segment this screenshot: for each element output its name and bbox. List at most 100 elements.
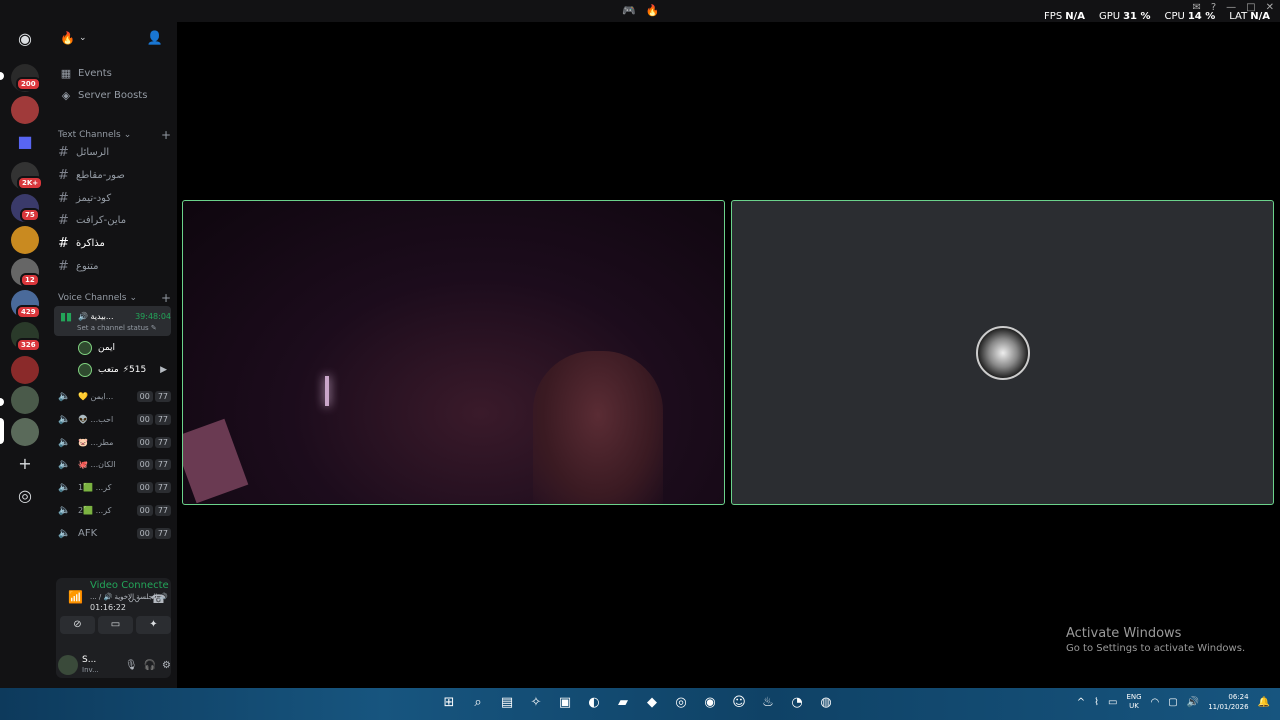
microphone-icon[interactable]: 🎙 <box>125 660 138 671</box>
discord-icon[interactable]: ☺ <box>730 694 748 712</box>
voice-channel-name: 👽 ...احب <box>78 414 114 424</box>
voice-user[interactable]: متعب ⚡ 515 ▶ <box>78 361 167 379</box>
speaker-icon: 🔈 <box>58 413 71 425</box>
obs-icon[interactable]: ◍ <box>817 694 835 712</box>
language-indicator[interactable]: ENG UK <box>1126 693 1141 711</box>
voice-channel[interactable]: 🔈 2🟩 ...كر 00 77 <box>58 500 171 520</box>
voice-channel-afk[interactable]: 🔈 AFK 00 77 <box>58 523 171 543</box>
connection-timer: 01:16:22 <box>90 603 126 612</box>
avatar[interactable] <box>58 655 78 675</box>
channel-sidebar: 🔥 ⌄ 👤 ▦ Events ◈ Server Boosts Text Chan… <box>50 22 177 688</box>
voice-user[interactable]: ايمن <box>78 339 115 357</box>
camera-off-button[interactable]: ⊘ <box>60 616 95 634</box>
voice-channel[interactable]: 🔈 👽 ...احب 00 77 <box>58 409 171 429</box>
channel-status-prompt[interactable]: Set a channel status ✎ <box>77 324 157 332</box>
add-member-icon[interactable]: 👤 <box>147 31 163 46</box>
hash-icon: # <box>58 212 69 228</box>
text-channel[interactable]: # صور-مقاطع <box>58 165 171 185</box>
voice-channels-category[interactable]: Voice Channels ⌄ + <box>58 291 171 305</box>
text-channel[interactable]: # الرسائل <box>58 142 171 162</box>
edge-icon[interactable]: ◐ <box>585 694 603 712</box>
chevron-up-icon[interactable]: ^ <box>1077 697 1085 708</box>
connection-status[interactable]: Video Connecte <box>90 580 169 591</box>
display-icon[interactable]: ▢ <box>1168 697 1177 708</box>
taskbar-apps: ⊞ ⌕ ▤ ✧ ▣ ◐ ▰ ◆ ◎ ◉ ☺ ♨ ◔ ◍ <box>440 694 835 712</box>
add-server-icon[interactable]: + <box>14 453 36 475</box>
signal-icon[interactable]: 📶 <box>68 590 83 604</box>
voice-user-name: متعب <box>98 365 119 375</box>
boost-icon: ◈ <box>61 88 71 102</box>
folder-icon[interactable]: ■ <box>14 131 36 153</box>
server-header[interactable]: 🔥 ⌄ 👤 <box>50 22 177 54</box>
text-channel[interactable]: # ماين-كرافت <box>58 210 171 230</box>
user-name-block[interactable]: S... Inv... <box>82 655 99 675</box>
participant-avatar <box>976 326 1030 380</box>
server-icon[interactable] <box>11 96 39 124</box>
voice-channel[interactable]: 🔈 1🟩 ...كر 00 77 <box>58 477 171 497</box>
text-channel[interactable]: # كود-تيمز <box>58 188 171 208</box>
channel-name: مذاكرة <box>76 237 105 249</box>
text-channel[interactable]: # متنوع <box>58 256 171 276</box>
disconnect-icon[interactable]: ☎ <box>151 592 166 606</box>
channel-name: كود-تيمز <box>76 192 112 204</box>
voice-channel-name: 🔊 بيدية... <box>78 311 114 321</box>
add-channel-icon[interactable]: + <box>161 128 171 142</box>
store-icon[interactable]: ▣ <box>556 694 574 712</box>
copilot-icon[interactable]: ✧ <box>527 694 545 712</box>
voice-channel[interactable]: 🔈 💛 ايمن... 00 77 <box>58 386 171 406</box>
events-link[interactable]: ▦ Events <box>58 63 171 83</box>
calendar-icon: ▦ <box>60 66 72 80</box>
voice-channel[interactable]: 🔈 🐷 ...مطر 00 77 <box>58 432 171 452</box>
noise-suppression-icon[interactable]: 〰 <box>128 592 140 609</box>
activities-button[interactable]: ✦ <box>136 616 171 634</box>
discord-home-icon[interactable]: ◉ <box>14 28 36 50</box>
screen-share-button[interactable]: ▭ <box>98 616 133 634</box>
app-icon[interactable]: ◉ <box>701 694 719 712</box>
server-rail: ◉ 200 ■ 2K+ 75 12 429 326 + ◎ <box>0 22 50 688</box>
notification-icon[interactable]: 🔔 <box>1258 697 1270 708</box>
server-icon[interactable] <box>11 356 39 384</box>
device-icon[interactable]: ▭ <box>1108 697 1117 708</box>
camera-feed <box>533 351 663 504</box>
events-label: Events <box>78 67 112 79</box>
pencil-icon: ✎ <box>150 324 157 332</box>
headphones-icon[interactable]: 🎧 <box>144 660 156 671</box>
clock[interactable]: 06:24 11/01/2026 <box>1208 692 1248 712</box>
folder-icon[interactable]: ▰ <box>614 694 632 712</box>
video-tile-camera[interactable] <box>182 200 725 505</box>
network-icon[interactable]: ⌇ <box>1094 697 1099 708</box>
wifi-icon[interactable]: ◠ <box>1151 697 1160 708</box>
user-limit: 00 77 <box>136 390 171 402</box>
voice-timer: 39:48:04 <box>135 311 171 321</box>
steam-icon[interactable]: ♨ <box>759 694 777 712</box>
performance-overlay: FPS N/A GPU 31 % CPU 14 % LAT N/A <box>1044 11 1270 22</box>
voice-channel-name: 2🟩 ...كر <box>78 505 112 515</box>
server-icon[interactable] <box>11 226 39 254</box>
search-icon[interactable]: ⌕ <box>469 694 487 712</box>
user-limit: 00 77 <box>136 458 171 470</box>
text-channel-unread[interactable]: # مذاكرة <box>58 233 171 253</box>
mention-badge: 2K+ <box>17 176 44 190</box>
settings-gear-icon[interactable]: ⚙ <box>162 660 171 671</box>
video-tile-avatar[interactable] <box>731 200 1274 505</box>
speedtest-icon[interactable]: ◔ <box>788 694 806 712</box>
file-icon[interactable]: ▤ <box>498 694 516 712</box>
server-icon[interactable] <box>11 386 39 414</box>
add-channel-icon[interactable]: + <box>161 291 171 305</box>
brave-icon[interactable]: ◆ <box>643 694 661 712</box>
text-channels-category[interactable]: Text Channels ⌄ + <box>58 128 171 142</box>
hash-icon: # <box>58 144 69 160</box>
voice-channel-name: 1🟩 ...كر <box>78 482 112 492</box>
volume-icon[interactable]: 🔊 <box>1187 697 1199 708</box>
voice-channel-name: 🐷 ...مطر <box>78 437 114 447</box>
steelseries-icon[interactable]: ◎ <box>672 694 690 712</box>
voice-channel[interactable]: 🔈 🐙 ...الكان 00 77 <box>58 454 171 474</box>
start-icon[interactable]: ⊞ <box>440 694 458 712</box>
avatar <box>78 341 92 355</box>
channel-name: الرسائل <box>76 146 110 158</box>
server-icon[interactable] <box>11 418 39 446</box>
active-voice-row[interactable]: ▮▮ 🔊 بيدية... 39:48:04 <box>58 306 171 326</box>
server-boosts-link[interactable]: ◈ Server Boosts <box>58 85 171 105</box>
discover-icon[interactable]: ◎ <box>14 485 36 507</box>
avatar <box>78 363 92 377</box>
